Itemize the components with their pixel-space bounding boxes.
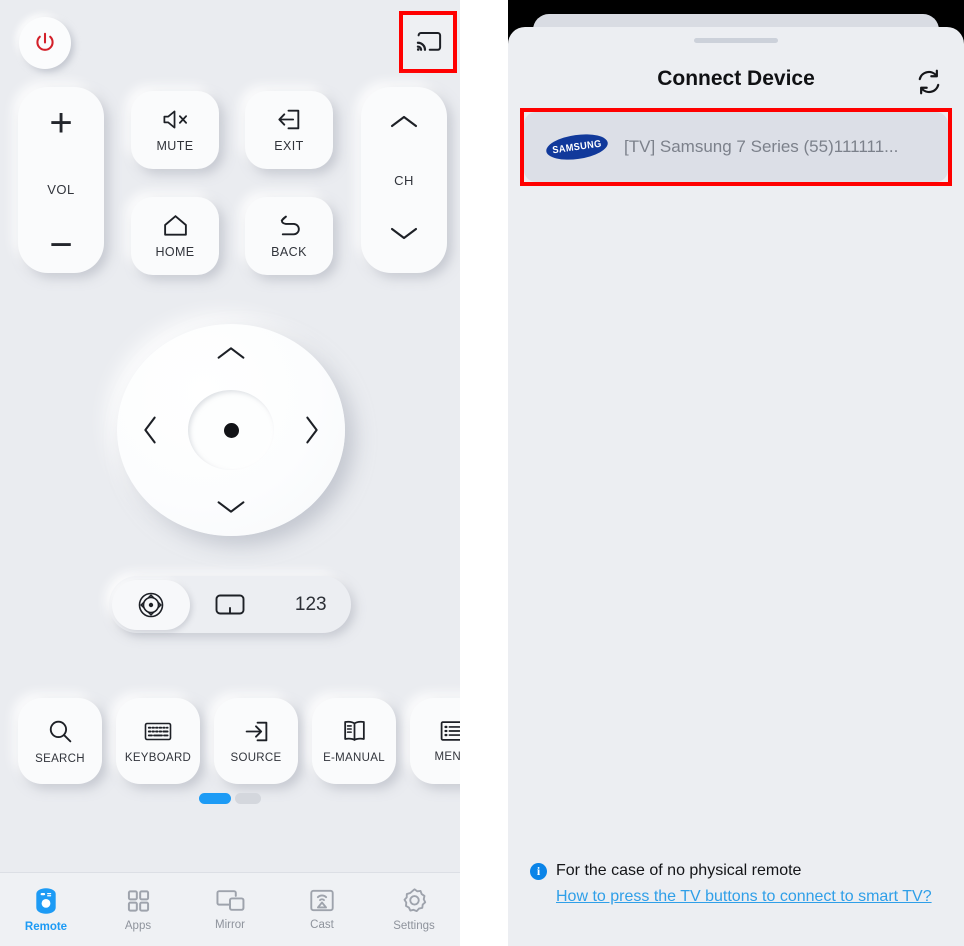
menu-icon xyxy=(440,721,460,741)
mute-label: MUTE xyxy=(156,139,194,153)
segment-numpad-mode[interactable]: 123 xyxy=(271,576,352,633)
channel-rocker[interactable]: CH xyxy=(361,87,447,273)
tab-cast[interactable]: Cast xyxy=(276,888,368,931)
mute-button[interactable]: MUTE xyxy=(131,91,219,169)
volume-down-button[interactable]: − xyxy=(49,225,72,265)
search-label: SEARCH xyxy=(35,752,85,765)
ok-dot-icon xyxy=(223,422,239,438)
mirror-icon xyxy=(215,890,244,911)
source-button[interactable]: SOURCE xyxy=(214,698,298,784)
app-screenshot: + VOL − CH MUTE EXIT HOME BACK 123 SEARC… xyxy=(0,0,964,946)
page-title: Connect Device xyxy=(657,67,815,90)
device-list-item[interactable]: SAMSUNG [TV] Samsung 7 Series (55)111111… xyxy=(524,112,948,182)
refresh-button[interactable] xyxy=(912,65,946,99)
action-button-row: SEARCH KEYBOARD SOURCE E-MANUAL MEN xyxy=(0,698,460,790)
remote-icon xyxy=(36,887,56,914)
chevron-left-icon xyxy=(144,416,156,444)
exit-button[interactable]: EXIT xyxy=(245,91,333,169)
no-remote-note: For the case of no physical remote xyxy=(556,862,802,880)
samsung-logo-text: SAMSUNG xyxy=(551,138,603,156)
page-indicator[interactable] xyxy=(0,793,460,804)
cast-tab-icon xyxy=(310,889,334,912)
keyboard-icon xyxy=(144,722,172,740)
dpad-left-button[interactable] xyxy=(141,415,159,446)
home-button[interactable]: HOME xyxy=(131,197,219,275)
source-icon xyxy=(245,721,267,741)
keyboard-button[interactable]: KEYBOARD xyxy=(116,698,200,784)
menu-label: MENU xyxy=(434,751,460,763)
segment-touchpad-mode[interactable] xyxy=(190,576,271,633)
emanual-icon xyxy=(343,720,365,741)
channel-down-button[interactable] xyxy=(389,225,419,247)
dpad-ok-button[interactable] xyxy=(188,390,274,470)
source-label: SOURCE xyxy=(230,751,282,764)
cast-button[interactable] xyxy=(401,13,456,71)
channel-label: CH xyxy=(394,172,414,188)
keyboard-label: KEYBOARD xyxy=(124,751,192,764)
footer-note: i For the case of no physical remote How… xyxy=(530,861,940,908)
dpad-down-button[interactable] xyxy=(216,498,247,516)
menu-button[interactable]: MENU xyxy=(410,698,460,784)
dpad-mode-icon xyxy=(138,592,164,617)
dpad[interactable] xyxy=(117,324,345,536)
volume-rocker[interactable]: + VOL − xyxy=(18,87,104,273)
home-icon xyxy=(163,215,187,236)
emanual-button[interactable]: E-MANUAL xyxy=(312,698,396,784)
tab-remote[interactable]: Remote xyxy=(0,887,92,933)
page-dot-active[interactable] xyxy=(199,793,231,804)
tab-cast-label: Cast xyxy=(310,919,334,931)
home-label: HOME xyxy=(155,245,195,259)
back-button[interactable]: BACK xyxy=(245,197,333,275)
back-icon xyxy=(280,215,300,236)
how-to-connect-link[interactable]: How to press the TV buttons to connect t… xyxy=(556,887,940,908)
tab-settings[interactable]: Settings xyxy=(368,887,460,932)
exit-icon xyxy=(277,109,299,130)
search-icon xyxy=(49,720,71,742)
power-button[interactable] xyxy=(19,17,71,69)
exit-label: EXIT xyxy=(274,139,304,153)
back-label: BACK xyxy=(271,245,307,259)
tab-apps-label: Apps xyxy=(124,919,152,932)
apps-icon xyxy=(127,889,149,912)
tab-apps[interactable]: Apps xyxy=(92,888,184,932)
connect-device-sheet: Connect Device SAMSUNG [TV] Samsung 7 Se… xyxy=(508,27,964,946)
chevron-down-icon xyxy=(217,501,245,513)
tab-mirror[interactable]: Mirror xyxy=(184,888,276,931)
segment-dpad-mode[interactable] xyxy=(112,579,190,630)
info-icon: i xyxy=(530,863,547,881)
sheet-drag-handle[interactable] xyxy=(694,38,778,43)
touchpad-mode-icon xyxy=(215,594,245,615)
volume-up-button[interactable]: + xyxy=(49,103,72,143)
samsung-logo-icon: SAMSUNG xyxy=(544,130,610,164)
refresh-icon xyxy=(918,69,940,95)
bottom-tab-bar: Remote Apps Mirror Cast Settings xyxy=(0,872,460,946)
dpad-up-button[interactable] xyxy=(216,344,247,362)
mute-icon xyxy=(163,110,187,129)
chevron-up-icon xyxy=(217,347,245,359)
search-button[interactable]: SEARCH xyxy=(18,698,102,784)
cast-icon xyxy=(416,32,441,51)
emanual-label: E-MANUAL xyxy=(323,752,385,764)
chevron-right-icon xyxy=(306,416,318,444)
dpad-right-button[interactable] xyxy=(303,415,321,446)
tab-settings-label: Settings xyxy=(393,920,435,932)
gear-icon xyxy=(403,888,426,913)
connect-device-panel: Connect Device SAMSUNG [TV] Samsung 7 Se… xyxy=(508,0,964,946)
volume-label: VOL xyxy=(47,181,75,197)
device-name-label: [TV] Samsung 7 Series (55)111111... xyxy=(624,137,899,156)
channel-up-button[interactable] xyxy=(389,113,419,135)
tab-mirror-label: Mirror xyxy=(214,919,246,931)
input-mode-segmented-control[interactable]: 123 xyxy=(109,576,351,633)
remote-panel: + VOL − CH MUTE EXIT HOME BACK 123 SEARC… xyxy=(0,0,460,946)
tab-remote-label: Remote xyxy=(24,920,68,933)
page-dot[interactable] xyxy=(235,793,261,804)
chevron-up-icon xyxy=(390,115,418,128)
power-icon xyxy=(36,32,54,51)
chevron-down-icon xyxy=(390,227,418,240)
